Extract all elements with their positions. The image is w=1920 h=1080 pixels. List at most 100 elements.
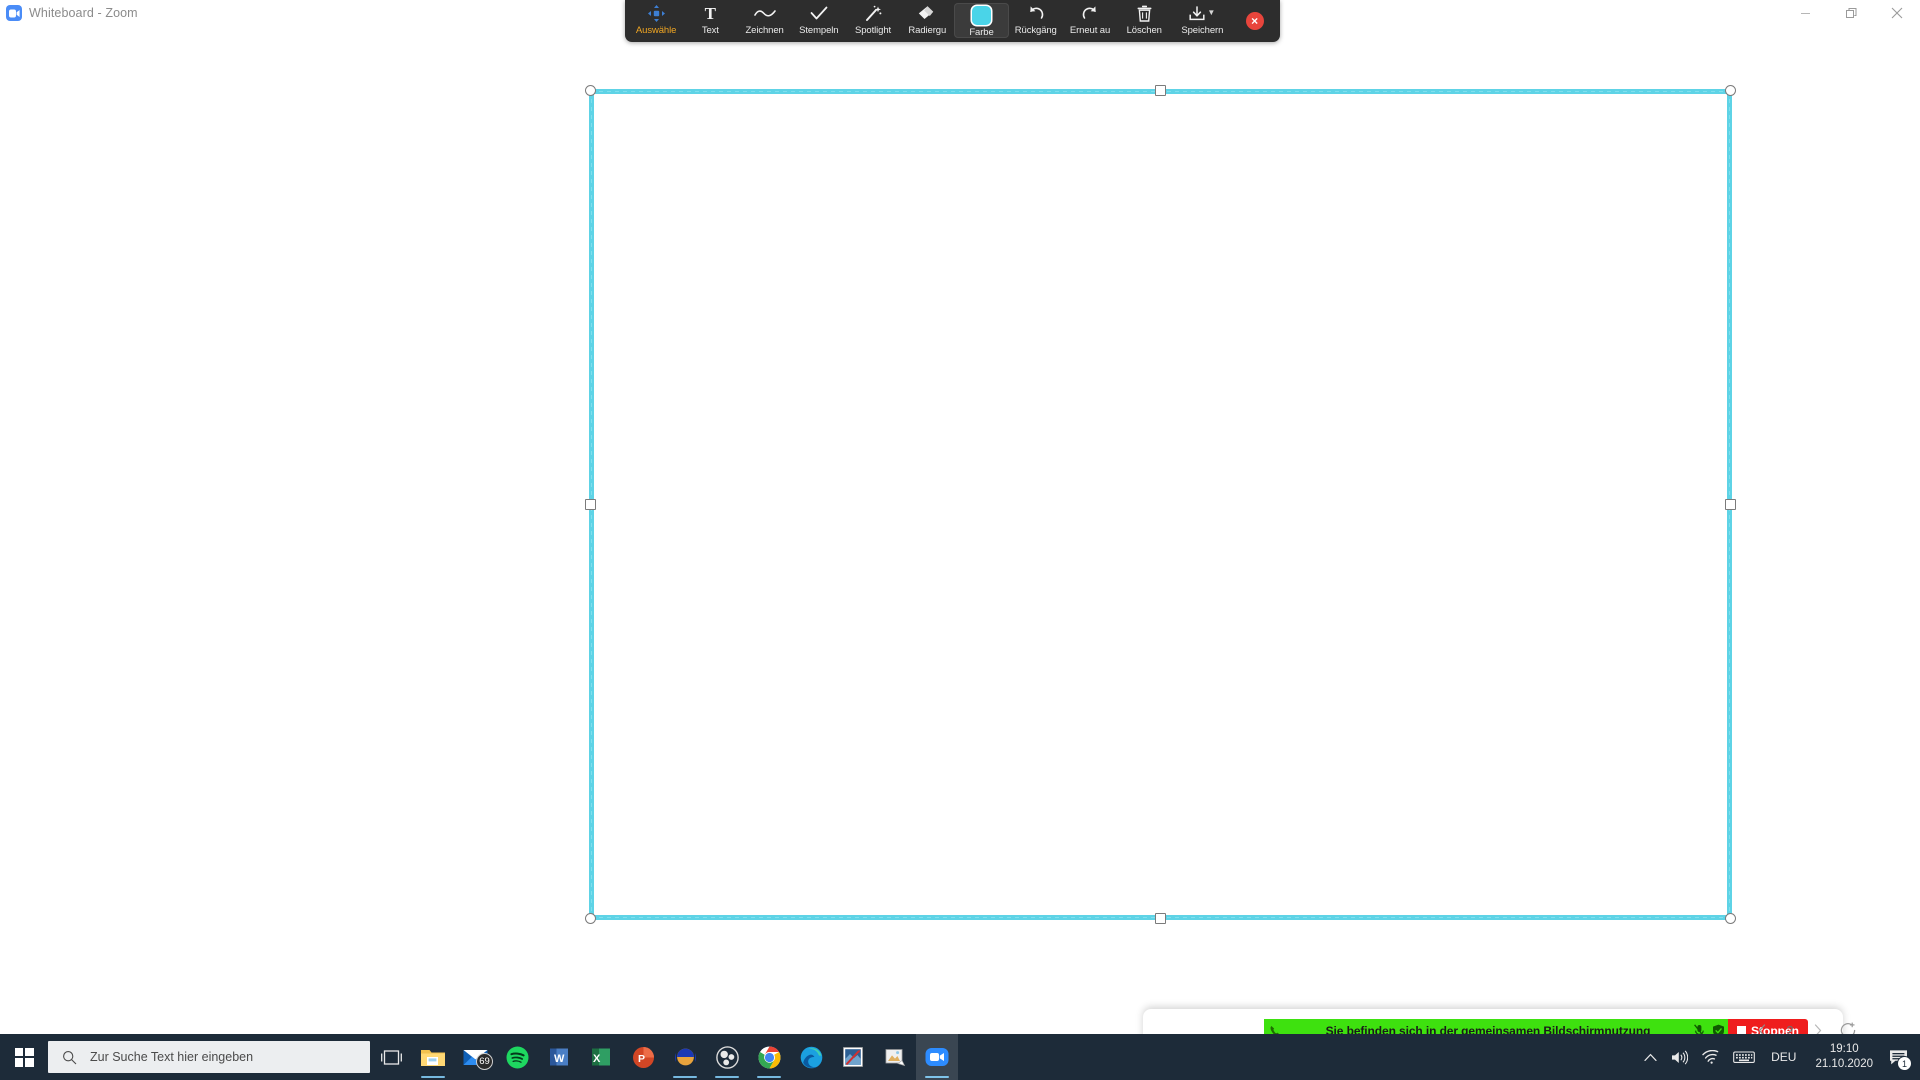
spotify-icon (506, 1046, 529, 1069)
keyboard-icon[interactable] (1726, 1034, 1762, 1080)
svg-text:W: W (554, 1053, 565, 1065)
selection-handle-bottom-left[interactable] (585, 913, 596, 924)
system-tray: DEU 19:10 21.10.2020 1 (1637, 1034, 1920, 1080)
maximize-icon[interactable] (1828, 0, 1874, 26)
windows-taskbar: Zur Suche Text hier eingeben 69 W X P DE… (0, 1034, 1920, 1080)
window-controls (1782, 0, 1920, 26)
tool-save[interactable]: ▼ Speichern (1171, 0, 1233, 42)
selection-handle-top-right[interactable] (1725, 85, 1736, 96)
obs-studio-icon (715, 1045, 739, 1069)
squiggle-icon (753, 3, 776, 23)
word-icon: W (548, 1046, 570, 1068)
taskbar-app-audacity[interactable] (664, 1034, 706, 1080)
taskbar-app-spotify[interactable] (496, 1034, 538, 1080)
audacity-icon (674, 1046, 697, 1068)
color-swatch-icon (972, 6, 992, 25)
taskbar-app-edge[interactable] (790, 1034, 832, 1080)
selection-handle-bottom-right[interactable] (1725, 913, 1736, 924)
tool-stamp[interactable]: Stempeln (792, 0, 846, 42)
selection-handle-middle-right[interactable] (1725, 499, 1736, 510)
tool-spotlight-label: Spotlight (855, 25, 892, 36)
taskbar-app-obs[interactable] (706, 1034, 748, 1080)
svg-text:P: P (638, 1053, 645, 1065)
tool-text[interactable]: T Text (683, 0, 737, 42)
tool-eraser-label: Radiergu (908, 25, 947, 36)
chevron-up-icon[interactable] (1637, 1034, 1664, 1080)
close-circle-icon: × (1245, 12, 1264, 30)
text-t-icon: T (704, 3, 717, 23)
redo-arrow-icon (1081, 3, 1099, 23)
selection-handle-top-left[interactable] (585, 85, 596, 96)
tool-clear[interactable]: Löschen (1117, 0, 1171, 42)
taskbar-app-chrome[interactable] (748, 1034, 790, 1080)
tool-spotlight[interactable]: Spotlight (846, 0, 900, 42)
svg-text:X: X (593, 1053, 601, 1065)
start-button[interactable] (0, 1034, 48, 1080)
tool-clear-label: Löschen (1126, 25, 1162, 36)
window-title: Whiteboard - Zoom (29, 6, 138, 20)
chrome-icon (758, 1046, 781, 1069)
tool-redo-label: Erneut au (1069, 25, 1111, 36)
annotation-close-button[interactable]: × (1233, 0, 1276, 42)
zoom-video-icon (925, 1047, 949, 1067)
wifi-icon[interactable] (1695, 1034, 1726, 1080)
taskbar-app-mail[interactable]: 69 (454, 1034, 496, 1080)
selection-handle-top-center[interactable] (1155, 85, 1166, 96)
task-view-icon (380, 1049, 402, 1066)
undo-arrow-icon (1027, 3, 1045, 23)
trash-icon (1137, 3, 1152, 23)
tool-select[interactable]: Auswähle (629, 0, 683, 42)
powerpoint-icon: P (632, 1046, 655, 1069)
annotation-toolbar: Auswähle T Text Zeichnen Stempeln Spotli… (625, 0, 1280, 42)
keyboard-language[interactable]: DEU (1762, 1034, 1805, 1080)
speaker-icon[interactable] (1664, 1034, 1695, 1080)
selection-handle-bottom-center[interactable] (1155, 913, 1166, 924)
action-center-icon[interactable]: 1 (1883, 1034, 1920, 1080)
taskbar-app-zoom[interactable] (916, 1034, 958, 1080)
tool-stamp-label: Stempeln (799, 25, 839, 36)
chevron-down-icon[interactable]: ▼ (1207, 9, 1215, 17)
mail-badge: 69 (476, 1053, 493, 1070)
selection-handle-middle-left[interactable] (585, 499, 596, 510)
clock-date: 21.10.2020 (1815, 1058, 1873, 1070)
taskbar-clock[interactable]: 19:10 21.10.2020 (1805, 1042, 1883, 1072)
wand-icon (865, 3, 882, 23)
taskbar-app-powerpoint[interactable]: P (622, 1034, 664, 1080)
search-placeholder: Zur Suche Text hier eingeben (90, 1050, 254, 1064)
taskbar-search[interactable]: Zur Suche Text hier eingeben (48, 1041, 370, 1073)
windows-logo-icon (14, 1047, 34, 1067)
taskbar-app-excel[interactable]: X (580, 1034, 622, 1080)
file-explorer-icon (420, 1046, 446, 1068)
tool-select-label: Auswähle (635, 25, 677, 36)
snipping-tool-icon (884, 1047, 906, 1067)
selection-rectangle[interactable] (585, 85, 1736, 924)
checkmark-icon (810, 3, 828, 23)
excel-icon: X (590, 1046, 612, 1068)
tool-color[interactable]: Farbe (954, 3, 1009, 38)
tool-undo[interactable]: Rückgäng (1009, 0, 1063, 42)
tool-undo-label: Rückgäng (1014, 25, 1057, 36)
tool-draw[interactable]: Zeichnen (737, 0, 791, 42)
move-arrows-icon (647, 3, 665, 23)
tool-redo[interactable]: Erneut au (1063, 0, 1117, 42)
save-download-icon: ▼ (1189, 3, 1215, 23)
taskbar-app-explorer[interactable] (412, 1034, 454, 1080)
minimize-icon[interactable] (1782, 0, 1828, 26)
taskbar-app-snipping[interactable] (874, 1034, 916, 1080)
tool-eraser[interactable]: Radiergu (900, 0, 954, 42)
close-icon[interactable] (1874, 0, 1920, 26)
zoom-video-icon (6, 5, 22, 21)
tool-color-label: Farbe (969, 27, 994, 38)
clock-time: 19:10 (1829, 1043, 1859, 1055)
tool-save-label: Speichern (1181, 25, 1224, 36)
paint-shop-icon (842, 1046, 864, 1068)
edge-icon (800, 1046, 823, 1069)
selection-dashes (591, 91, 1730, 918)
task-view-button[interactable] (370, 1034, 412, 1080)
taskbar-app-word[interactable]: W (538, 1034, 580, 1080)
notification-count: 1 (1897, 1056, 1912, 1071)
screen-root: Whiteboard - Zoom Auswähle T Text Zeichn… (0, 0, 1920, 1080)
tool-text-label: Text (701, 25, 719, 36)
taskbar-app-paint[interactable] (832, 1034, 874, 1080)
eraser-icon (918, 3, 937, 23)
